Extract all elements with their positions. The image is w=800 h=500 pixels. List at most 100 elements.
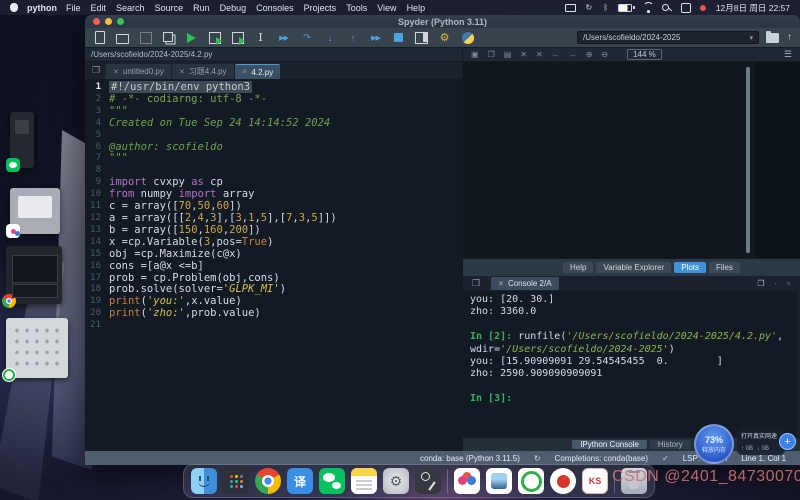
bottom-tab-history[interactable]: History xyxy=(650,440,691,449)
dock-finder-icon[interactable] xyxy=(191,468,217,494)
dock-settings-icon[interactable]: ⚙ xyxy=(383,468,409,494)
bottom-tab-ipython-console[interactable]: IPython Console xyxy=(572,440,647,449)
stop-icon[interactable] xyxy=(392,31,405,44)
copy-plot-icon[interactable]: ▤ xyxy=(504,50,512,59)
menu-item-run[interactable]: Run xyxy=(193,3,210,13)
menu-item-search[interactable]: Search xyxy=(116,3,145,13)
editor-tab[interactable]: ✕untitled0.py xyxy=(106,64,171,79)
step-into-icon[interactable]: ↓ xyxy=(323,31,336,44)
new-file-icon[interactable] xyxy=(93,31,106,44)
zoom-window-button[interactable] xyxy=(117,18,124,25)
menu-item-consoles[interactable]: Consoles xyxy=(256,3,294,13)
search-icon[interactable] xyxy=(662,3,673,13)
pane-tab-plots[interactable]: Plots xyxy=(674,262,706,273)
previous-plot-icon[interactable]: ← xyxy=(552,50,560,59)
save-all-icon[interactable] xyxy=(162,31,175,44)
plots-scrollbar[interactable] xyxy=(746,67,750,253)
menu-item-edit[interactable]: Edit xyxy=(91,3,107,13)
close-window-button[interactable] xyxy=(93,18,100,25)
save-icon[interactable] xyxy=(139,31,152,44)
wifi-icon[interactable] xyxy=(643,3,654,13)
menu-item-help[interactable]: Help xyxy=(407,3,426,13)
completions-status[interactable]: Completions: conda(base) xyxy=(555,454,648,463)
menu-item-source[interactable]: Source xyxy=(155,3,184,13)
menu-item-projects[interactable]: Projects xyxy=(304,3,337,13)
run-icon[interactable] xyxy=(185,31,198,44)
pane-tab-help[interactable]: Help xyxy=(563,262,593,273)
close-tab-icon[interactable]: ✕ xyxy=(113,68,119,76)
memory-cleaner-widget[interactable]: 73% 释放内存 xyxy=(694,424,734,464)
debug-icon[interactable]: ▶▶ xyxy=(277,31,290,44)
minimized-window-dialog[interactable] xyxy=(10,188,60,234)
open-file-icon[interactable] xyxy=(116,31,129,44)
close-tab-icon[interactable]: ✕ xyxy=(179,68,185,76)
widget-add-button[interactable]: + xyxy=(779,433,796,450)
dot-icon[interactable]: · xyxy=(774,279,777,288)
editor-tab[interactable]: ✕4.2.py xyxy=(235,64,281,79)
browse-consoles-icon[interactable]: ❐ xyxy=(472,278,480,289)
minimized-window-grid[interactable] xyxy=(6,318,68,378)
net-speed-widget[interactable]: 打开真实网速 ↑ 0B ↓ 0B xyxy=(737,428,785,455)
code-editor[interactable]: 1#!/usr/bin/env python32# -*- codiarng: … xyxy=(85,79,462,451)
record-dot-icon[interactable] xyxy=(699,3,708,13)
pane-tab-files[interactable]: Files xyxy=(709,262,740,273)
save-all-plots-icon[interactable]: ❐ xyxy=(488,50,495,59)
parent-directory-icon[interactable]: ↑ xyxy=(787,32,792,43)
minimized-window-browser[interactable] xyxy=(6,246,62,304)
dock-chrome-icon[interactable] xyxy=(255,468,281,494)
editor-tab[interactable]: ✕习题4.4.py xyxy=(172,64,234,79)
pane-tab-variable-explorer[interactable]: Variable Explorer xyxy=(596,262,671,273)
dock-gallery-app-icon[interactable] xyxy=(486,468,512,494)
browse-tabs-icon[interactable]: ❐ xyxy=(92,65,100,76)
menu-item-view[interactable]: View xyxy=(377,3,396,13)
dock-wechat-icon[interactable] xyxy=(319,468,345,494)
save-plot-icon[interactable]: ▣ xyxy=(471,50,479,59)
minimized-window-wechat[interactable] xyxy=(10,112,34,168)
inspect-icon[interactable]: ❐ xyxy=(757,279,764,288)
menu-item-file[interactable]: File xyxy=(66,3,81,13)
preferences-icon[interactable]: ⚙ xyxy=(438,31,451,44)
console-tab[interactable]: ✕ Console 2/A xyxy=(491,277,558,290)
dock-notes-icon[interactable] xyxy=(351,468,377,494)
battery-icon[interactable] xyxy=(618,3,635,13)
remove-plot-icon[interactable]: ✕ xyxy=(520,50,527,59)
menu-item-debug[interactable]: Debug xyxy=(220,3,247,13)
step-over-icon[interactable]: ↷ xyxy=(300,31,313,44)
ime-icon[interactable] xyxy=(681,3,691,13)
active-app-name[interactable]: python xyxy=(27,3,57,13)
console-output[interactable]: you: [20. 30.]zho: 3360.0 In [2]: runfil… xyxy=(463,291,800,438)
apple-menu-icon[interactable] xyxy=(10,3,18,12)
dock-translate-icon[interactable]: 译 xyxy=(287,468,313,494)
menubar-clock[interactable]: 12月8日 周日 22:57 xyxy=(716,2,790,14)
python-env-icon[interactable] xyxy=(461,31,474,44)
dock-launchpad-icon[interactable] xyxy=(223,468,249,494)
next-plot-icon[interactable]: → xyxy=(569,50,577,59)
working-directory-select[interactable]: /Users/scofieldo/2024-2025 ▾ xyxy=(577,31,759,44)
dock-ring-app-icon[interactable] xyxy=(518,468,544,494)
sync-icon[interactable]: ↻ xyxy=(584,3,593,13)
run-cell-advance-icon[interactable] xyxy=(231,31,244,44)
step-out-icon[interactable]: ↑ xyxy=(346,31,359,44)
window-titlebar[interactable]: Spyder (Python 3.11) xyxy=(85,15,800,28)
browse-directory-icon[interactable] xyxy=(766,33,779,43)
minimize-window-button[interactable] xyxy=(105,18,112,25)
remove-all-plots-icon[interactable]: ✕ xyxy=(536,50,543,59)
options-icon[interactable]: ▫ xyxy=(787,279,790,288)
run-cell-icon[interactable] xyxy=(208,31,221,44)
close-tab-icon[interactable]: ✕ xyxy=(242,68,248,76)
plots-options-icon[interactable]: ☰ xyxy=(784,49,792,60)
maximize-pane-icon[interactable] xyxy=(415,31,428,44)
display-icon[interactable] xyxy=(565,3,576,13)
dock-keychain-icon[interactable] xyxy=(415,468,441,494)
bluetooth-icon[interactable]: ᛒ xyxy=(601,3,610,13)
dock-ks-app-icon[interactable]: KS xyxy=(582,468,608,494)
run-selection-icon[interactable]: I xyxy=(254,31,267,44)
dock-apple-app-icon[interactable] xyxy=(550,468,576,494)
zoom-out-icon[interactable]: ⊖ xyxy=(601,50,608,59)
close-console-icon[interactable]: ✕ xyxy=(498,280,504,288)
menu-item-tools[interactable]: Tools xyxy=(346,3,367,13)
conda-env-status[interactable]: conda: base (Python 3.11.5) xyxy=(420,454,520,463)
continue-icon[interactable]: ▶▶ xyxy=(369,31,382,44)
zoom-in-icon[interactable]: ⊕ xyxy=(586,50,593,59)
dock-circles-app-icon[interactable] xyxy=(454,468,480,494)
